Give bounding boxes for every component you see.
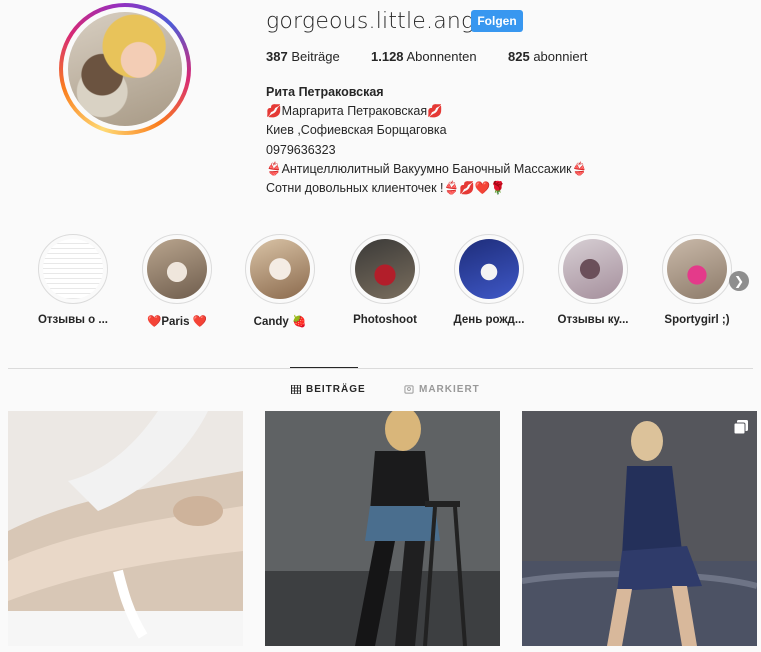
posts-label: Beiträge	[291, 49, 340, 64]
highlight-cover-image	[355, 239, 415, 299]
highlight-item[interactable]: Photoshoot	[340, 234, 430, 326]
highlight-label: Отзывы ку...	[557, 314, 629, 326]
followers-stat[interactable]: 1.128 Abonnenten	[371, 49, 477, 64]
post-thumbnail[interactable]	[522, 411, 757, 646]
tabs-divider	[8, 368, 753, 369]
followers-label: Abonnenten	[406, 49, 477, 64]
multiple-images-icon	[733, 420, 748, 435]
highlight-cover-ring	[245, 234, 315, 304]
bio-line: 💋Маргарита Петраковская💋	[266, 104, 443, 119]
highlight-label: Отзывы о ...	[37, 314, 108, 326]
highlight-cover-ring	[38, 234, 108, 304]
active-tab-indicator	[290, 367, 358, 368]
highlight-item[interactable]: Отзывы ку...	[548, 234, 638, 326]
tab-tagged-label: MARKIERT	[419, 384, 480, 395]
highlight-item[interactable]: Candy 🍓	[235, 234, 325, 328]
highlight-label: Sportygirl ;)	[664, 314, 730, 326]
avatar-frame	[63, 7, 187, 131]
highlight-cover-image	[563, 239, 623, 299]
highlight-cover-ring	[350, 234, 420, 304]
highlight-label: Candy 🍓	[253, 316, 307, 328]
highlight-item[interactable]: Отзывы о ...	[28, 234, 118, 326]
bio-phone: 0979636323	[266, 142, 336, 157]
bio-line: 👙Антицеллюлитный Вакуумно Баночный Масса…	[266, 161, 588, 176]
profile-bio: Рита Петраковская 💋Маргарита Петраковска…	[266, 83, 646, 198]
post-image	[265, 411, 500, 646]
bio-line: Сотни довольных клиенточек !👙💋❤️🌹	[266, 181, 506, 196]
highlight-label: День рожд...	[453, 314, 525, 326]
highlight-cover-ring	[142, 234, 212, 304]
highlight-item[interactable]: День рожд...	[444, 234, 534, 326]
following-count: 825	[508, 49, 530, 64]
profile-full-name: Рита Петраковская	[266, 85, 384, 99]
post-thumbnail[interactable]	[8, 411, 243, 646]
post-image	[8, 411, 243, 646]
highlight-cover-image	[459, 239, 519, 299]
highlight-cover-ring	[454, 234, 524, 304]
tab-posts[interactable]: BEITRÄGE	[291, 384, 366, 395]
tab-posts-label: BEITRÄGE	[306, 384, 366, 395]
highlight-cover-image	[250, 239, 310, 299]
profile-username: gorgeous.little.angel	[266, 9, 495, 34]
follow-button[interactable]: Folgen	[471, 10, 523, 32]
highlight-label: Photoshoot	[353, 314, 417, 326]
post-image	[522, 411, 757, 646]
tag-icon	[404, 385, 414, 394]
bio-line: Киев ,Софиевская Борщаговка	[266, 123, 447, 138]
tab-tagged[interactable]: MARKIERT	[404, 384, 480, 395]
highlight-cover-image	[43, 239, 103, 299]
posts-count-stat: 387 Beiträge	[266, 49, 340, 64]
avatar[interactable]	[68, 12, 182, 126]
highlight-cover-ring	[662, 234, 732, 304]
following-stat[interactable]: 825 abonniert	[508, 49, 588, 64]
highlight-cover-image	[667, 239, 727, 299]
following-label: abonniert	[533, 49, 588, 64]
highlight-cover-image	[147, 239, 207, 299]
post-thumbnail[interactable]	[265, 411, 500, 646]
followers-count: 1.128	[371, 49, 404, 64]
grid-icon	[291, 385, 301, 394]
highlight-cover-ring	[558, 234, 628, 304]
highlight-label: ❤️Paris ❤️	[147, 316, 207, 328]
posts-count: 387	[266, 49, 288, 64]
chevron-right-icon[interactable]: ❯	[729, 271, 749, 291]
highlight-item[interactable]: ❤️Paris ❤️	[132, 234, 222, 328]
profile-avatar-ring[interactable]	[59, 3, 191, 135]
